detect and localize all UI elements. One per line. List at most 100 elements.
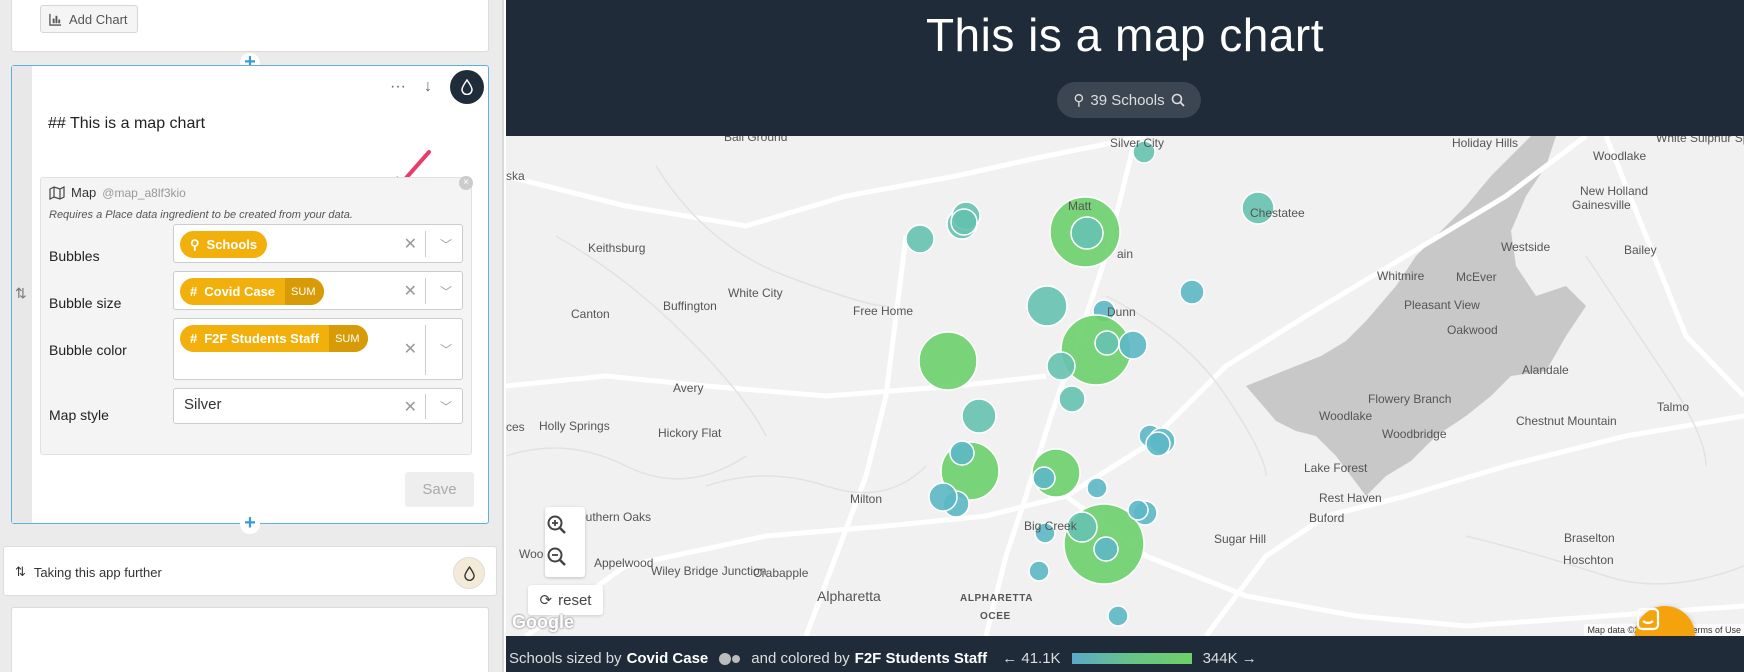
bubble-size-label: Bubble size xyxy=(49,295,122,311)
bubble-layer xyxy=(905,140,1275,627)
chevron-down-icon[interactable]: ﹀ xyxy=(440,398,452,415)
place-label: Crabapple xyxy=(753,566,809,580)
add-chart-label: Add Chart xyxy=(69,11,128,27)
place-label: Woodbridge xyxy=(1382,427,1447,441)
clear-bubble-color-icon[interactable]: ✕ xyxy=(404,339,417,359)
next-block-card[interactable] xyxy=(11,607,489,672)
map-style-select[interactable]: Silver ✕ ﹀ xyxy=(173,388,463,424)
move-down-icon[interactable]: ↓ xyxy=(424,78,432,96)
place-label: Big Creek xyxy=(1024,519,1077,533)
bubble-color-pill[interactable]: # F2F Students Staff SUM xyxy=(180,325,368,352)
further-section-header[interactable]: ⇅ Taking this app further xyxy=(15,564,162,580)
size-dots-icon xyxy=(719,652,741,665)
add-chart-button[interactable]: Add Chart xyxy=(40,5,138,33)
map-legend: Schools sized by Covid Case and colored … xyxy=(509,650,1257,667)
place-label: Oakwood xyxy=(1447,323,1498,337)
legend-size-field: Covid Case xyxy=(626,650,709,667)
more-options-icon[interactable]: ··· xyxy=(390,78,406,96)
place-label: Matt xyxy=(1068,199,1092,213)
map-style-label: Map style xyxy=(49,407,109,423)
google-logo: Google xyxy=(512,612,574,632)
location-pin-icon: ⚲ xyxy=(1073,92,1085,109)
lake-shape xyxy=(1246,136,1586,496)
bubble-size-pill[interactable]: # Covid Case SUM xyxy=(180,278,324,305)
drag-handle[interactable]: ⇅ xyxy=(12,66,32,523)
zoom-out-icon[interactable] xyxy=(545,545,569,569)
place-label: Woodlake xyxy=(1319,409,1373,423)
place-label: Holiday Hills xyxy=(1452,136,1519,150)
school-bubble xyxy=(1107,605,1129,627)
zoom-controls xyxy=(545,507,585,577)
further-section-card: ⇅ Taking this app further xyxy=(3,546,497,596)
reorder-icon: ⇅ xyxy=(15,564,26,579)
legend-mid: and colored by xyxy=(751,650,850,667)
place-label: Braselton xyxy=(1564,531,1615,545)
reset-label: reset xyxy=(558,591,592,609)
legend-min: ← 41.1K xyxy=(1002,650,1061,667)
place-label: Hickory Flat xyxy=(658,426,722,440)
clear-bubble-size-icon[interactable]: ✕ xyxy=(404,281,417,301)
place-label: Dunn xyxy=(1107,305,1136,319)
bubbles-value: Schools xyxy=(206,237,258,252)
chevron-down-icon[interactable]: ﹀ xyxy=(440,341,452,358)
school-bubble xyxy=(961,398,997,434)
place-label: outhern Oaks xyxy=(579,510,652,524)
place-label: Bailey xyxy=(1624,243,1657,257)
insert-block-button[interactable]: + xyxy=(240,513,260,534)
bubble-color-select[interactable]: # F2F Students Staff SUM ✕ ﹀ xyxy=(173,318,463,380)
place-label: Lake Forest xyxy=(1304,461,1368,475)
school-bubble xyxy=(1086,477,1108,499)
bubble-size-select[interactable]: # Covid Case SUM ✕ ﹀ xyxy=(173,271,463,310)
place-label: Appelwood xyxy=(594,556,654,570)
place-label: Alpharetta xyxy=(817,588,881,604)
place-label: White City xyxy=(728,286,783,300)
style-drop-button[interactable] xyxy=(450,70,484,104)
reorder-icon: ⇅ xyxy=(15,285,27,301)
chevron-down-icon[interactable]: ﹀ xyxy=(440,283,452,300)
place-label: Woodlake xyxy=(1593,149,1647,163)
place-label: Canton xyxy=(571,307,610,321)
place-label: Whitmire xyxy=(1377,269,1425,283)
place-label: Silver City xyxy=(1110,136,1165,150)
chat-icon xyxy=(1636,607,1660,631)
schools-search-pill[interactable]: ⚲ 39 Schools xyxy=(1057,82,1201,118)
place-label: Buffington xyxy=(663,299,717,313)
select-divider xyxy=(425,325,426,375)
place-label: Milton xyxy=(850,492,883,506)
clear-map-style-icon[interactable]: ✕ xyxy=(404,397,417,417)
zoom-in-icon[interactable] xyxy=(545,513,569,537)
save-button[interactable]: Save xyxy=(405,472,474,507)
clear-bubbles-icon[interactable]: ✕ xyxy=(404,234,417,254)
color-gradient xyxy=(1071,653,1192,664)
editor-panel: Add Chart + ⇅ ··· ↓ ## This is a map cha… xyxy=(0,0,504,672)
place-label: ain xyxy=(1117,247,1134,261)
bubbles-label: Bubbles xyxy=(49,248,100,264)
bubble-color-label: Bubble color xyxy=(49,342,127,358)
school-bubble xyxy=(905,224,935,254)
markdown-heading[interactable]: ## This is a map chart xyxy=(48,115,205,133)
chevron-down-icon[interactable]: ﹀ xyxy=(440,236,452,253)
style-drop-button[interactable] xyxy=(453,557,485,589)
hash-icon: # xyxy=(190,284,198,299)
school-bubble xyxy=(1070,216,1104,250)
place-label: Holly Springs xyxy=(539,419,610,433)
reset-button[interactable]: ⟳ reset xyxy=(528,585,603,615)
aggregation-badge[interactable]: SUM xyxy=(285,278,324,305)
hash-icon: # xyxy=(190,331,198,346)
school-bubble xyxy=(949,440,975,466)
bubbles-select[interactable]: ⚲ Schools ✕ ﹀ xyxy=(173,224,463,263)
bubble-color-value: F2F Students Staff xyxy=(204,331,320,346)
place-label: Talmo xyxy=(1657,400,1690,414)
refresh-icon: ⟳ xyxy=(539,592,553,609)
school-bubble xyxy=(1058,385,1086,413)
map-config-title: Map xyxy=(71,185,97,200)
bubbles-pill[interactable]: ⚲ Schools xyxy=(180,231,268,258)
close-config-icon[interactable]: × xyxy=(459,176,473,190)
location-pin-icon: ⚲ xyxy=(190,236,200,252)
aggregation-badge[interactable]: SUM xyxy=(329,325,368,352)
map-canvas[interactable]: Ball Ground Silver City Holiday Hills Wh… xyxy=(506,136,1744,636)
card-toolbar: ··· ↓ xyxy=(390,70,484,104)
map-config-panel: Map @map_a8lf3kio × Requires a Place dat… xyxy=(40,176,473,455)
school-bubble xyxy=(1026,285,1068,327)
school-bubble xyxy=(1118,330,1148,360)
